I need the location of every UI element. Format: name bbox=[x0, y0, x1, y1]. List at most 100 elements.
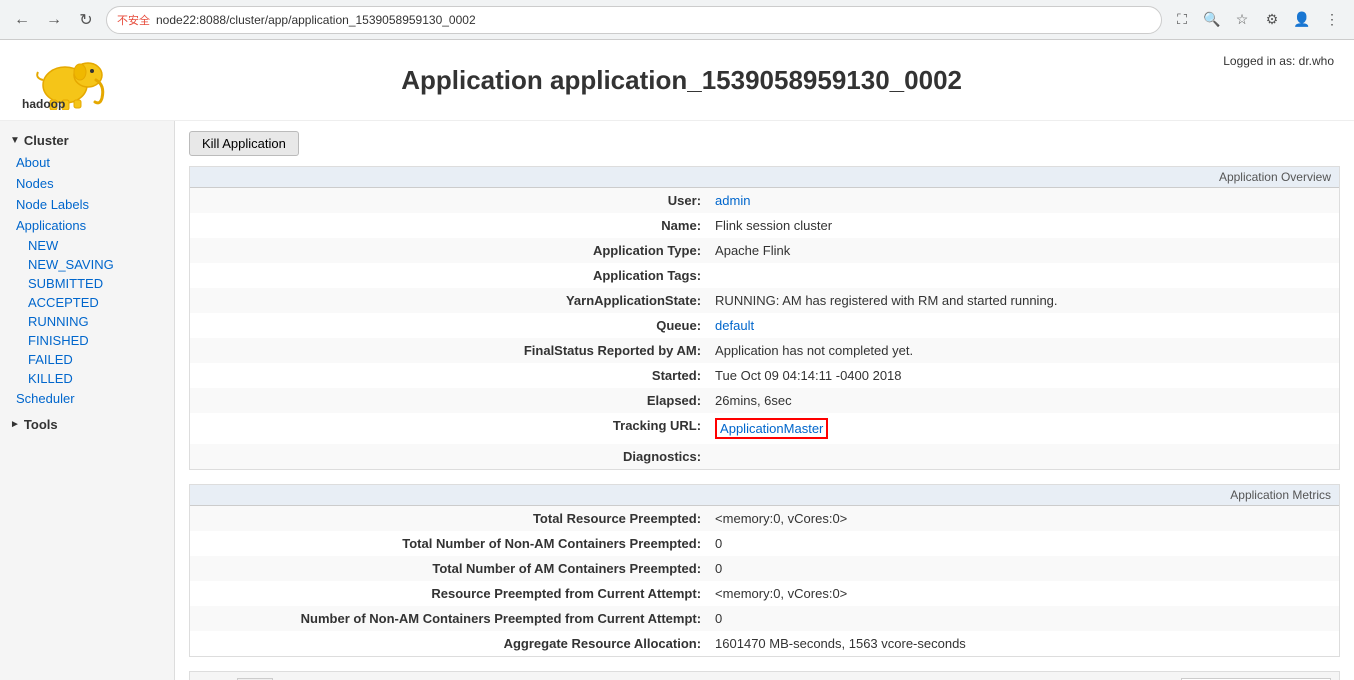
overview-row-finalstatus: FinalStatus Reported by AM: Application … bbox=[190, 338, 1339, 363]
zoom-icon[interactable]: 🔍 bbox=[1200, 8, 1224, 32]
overview-label-finalstatus: FinalStatus Reported by AM: bbox=[190, 338, 707, 363]
overview-label-queue: Queue: bbox=[190, 313, 707, 338]
sidebar-item-finished[interactable]: FINISHED bbox=[8, 331, 174, 350]
overview-label-diagnostics: Diagnostics: bbox=[190, 444, 707, 469]
tools-section-header[interactable]: ► Tools bbox=[0, 413, 174, 436]
overview-row-elapsed: Elapsed: 26mins, 6sec bbox=[190, 388, 1339, 413]
metrics-label-2: Total Number of AM Containers Preempted: bbox=[190, 556, 707, 581]
tools-arrow-icon: ► bbox=[10, 419, 20, 430]
cluster-section-header[interactable]: ▼ Cluster bbox=[0, 129, 174, 152]
forward-button[interactable]: → bbox=[42, 8, 66, 32]
hadoop-logo: hadoop bbox=[20, 50, 140, 110]
sidebar-item-running[interactable]: RUNNING bbox=[8, 312, 174, 331]
metrics-value-5: 1601470 MB-seconds, 1563 vcore-seconds bbox=[707, 631, 1339, 656]
sidebar-item-nodes[interactable]: Nodes bbox=[0, 173, 174, 194]
overview-table: User: admin Name: Flink session cluster … bbox=[190, 188, 1339, 469]
sidebar-item-applications[interactable]: Applications bbox=[0, 215, 174, 236]
overview-panel: Application Overview User: admin Name: F… bbox=[189, 166, 1340, 470]
browser-chrome: ← → ↻ 不安全 node22:8088/cluster/app/applic… bbox=[0, 0, 1354, 40]
entries-controls: Show 20 entries Search: bbox=[190, 672, 1339, 680]
svg-text:hadoop: hadoop bbox=[22, 97, 65, 110]
metrics-panel-header: Application Metrics bbox=[190, 485, 1339, 506]
overview-value-name: Flink session cluster bbox=[707, 213, 1339, 238]
metrics-value-3: <memory:0, vCores:0> bbox=[707, 581, 1339, 606]
sidebar-item-killed[interactable]: KILLED bbox=[8, 369, 174, 388]
overview-value-diagnostics bbox=[707, 444, 1339, 469]
sidebar-item-new[interactable]: NEW bbox=[8, 236, 174, 255]
sidebar-item-submitted[interactable]: SUBMITTED bbox=[8, 274, 174, 293]
extension-icon[interactable]: ⚙ bbox=[1260, 8, 1284, 32]
tracking-url-link[interactable]: ApplicationMaster bbox=[715, 418, 828, 439]
tools-section: ► Tools bbox=[0, 413, 174, 436]
overview-label-tracking: Tracking URL: bbox=[190, 413, 707, 444]
cluster-section: ▼ Cluster About Nodes Node Labels Applic… bbox=[0, 129, 174, 409]
overview-label-apptags: Application Tags: bbox=[190, 263, 707, 288]
sidebar-item-scheduler[interactable]: Scheduler bbox=[0, 388, 174, 409]
overview-panel-header: Application Overview bbox=[190, 167, 1339, 188]
attempts-section: Show 20 entries Search: bbox=[189, 671, 1340, 680]
main-layout: ▼ Cluster About Nodes Node Labels Applic… bbox=[0, 121, 1354, 680]
overview-row-apptype: Application Type: Apache Flink bbox=[190, 238, 1339, 263]
user-link[interactable]: admin bbox=[715, 193, 750, 208]
overview-value-apptype: Apache Flink bbox=[707, 238, 1339, 263]
overview-value-user: admin bbox=[707, 188, 1339, 213]
overview-row-yarnstate: YarnApplicationState: RUNNING: AM has re… bbox=[190, 288, 1339, 313]
header: hadoop Application application_153905895… bbox=[0, 40, 1354, 121]
metrics-value-2: 0 bbox=[707, 556, 1339, 581]
queue-link[interactable]: default bbox=[715, 318, 754, 333]
sidebar-item-about[interactable]: About bbox=[0, 152, 174, 173]
sidebar-item-new-saving[interactable]: NEW_SAVING bbox=[8, 255, 174, 274]
metrics-value-4: 0 bbox=[707, 606, 1339, 631]
page-title: Application application_1539058959130_00… bbox=[160, 65, 1203, 96]
page: hadoop Application application_153905895… bbox=[0, 40, 1354, 680]
overview-row-user: User: admin bbox=[190, 188, 1339, 213]
overview-row-started: Started: Tue Oct 09 04:14:11 -0400 2018 bbox=[190, 363, 1339, 388]
applications-sub-items: NEW NEW_SAVING SUBMITTED ACCEPTED RUNNIN… bbox=[0, 236, 174, 388]
overview-row-tracking: Tracking URL: ApplicationMaster bbox=[190, 413, 1339, 444]
overview-label-apptype: Application Type: bbox=[190, 238, 707, 263]
sidebar-item-accepted[interactable]: ACCEPTED bbox=[8, 293, 174, 312]
security-indicator: 不安全 bbox=[117, 12, 150, 28]
tools-label: Tools bbox=[24, 417, 58, 432]
overview-label-elapsed: Elapsed: bbox=[190, 388, 707, 413]
reload-button[interactable]: ↻ bbox=[74, 8, 98, 32]
overview-row-diagnostics: Diagnostics: bbox=[190, 444, 1339, 469]
metrics-value-1: 0 bbox=[707, 531, 1339, 556]
metrics-row-4: Number of Non-AM Containers Preempted fr… bbox=[190, 606, 1339, 631]
content-area: Kill Application Application Overview Us… bbox=[175, 121, 1354, 680]
menu-icon[interactable]: ⋮ bbox=[1320, 8, 1344, 32]
overview-label-yarnstate: YarnApplicationState: bbox=[190, 288, 707, 313]
sidebar-item-failed[interactable]: FAILED bbox=[8, 350, 174, 369]
sidebar-item-nodelabels[interactable]: Node Labels bbox=[0, 194, 174, 215]
overview-label-name: Name: bbox=[190, 213, 707, 238]
metrics-row-0: Total Resource Preempted: <memory:0, vCo… bbox=[190, 506, 1339, 531]
screenshot-icon[interactable]: ⛶ bbox=[1170, 8, 1194, 32]
sidebar: ▼ Cluster About Nodes Node Labels Applic… bbox=[0, 121, 175, 680]
overview-label-user: User: bbox=[190, 188, 707, 213]
metrics-row-3: Resource Preempted from Current Attempt:… bbox=[190, 581, 1339, 606]
metrics-panel: Application Metrics Total Resource Preem… bbox=[189, 484, 1340, 657]
overview-value-finalstatus: Application has not completed yet. bbox=[707, 338, 1339, 363]
metrics-label-0: Total Resource Preempted: bbox=[190, 506, 707, 531]
back-button[interactable]: ← bbox=[10, 8, 34, 32]
browser-icons: ⛶ 🔍 ☆ ⚙ 👤 ⋮ bbox=[1170, 8, 1344, 32]
profile-icon[interactable]: 👤 bbox=[1290, 8, 1314, 32]
overview-row-queue: Queue: default bbox=[190, 313, 1339, 338]
star-icon[interactable]: ☆ bbox=[1230, 8, 1254, 32]
metrics-label-3: Resource Preempted from Current Attempt: bbox=[190, 581, 707, 606]
metrics-row-1: Total Number of Non-AM Containers Preemp… bbox=[190, 531, 1339, 556]
cluster-arrow-icon: ▼ bbox=[10, 135, 20, 146]
overview-value-elapsed: 26mins, 6sec bbox=[707, 388, 1339, 413]
overview-value-apptags bbox=[707, 263, 1339, 288]
url-text: node22:8088/cluster/app/application_1539… bbox=[156, 13, 476, 27]
metrics-row-5: Aggregate Resource Allocation: 1601470 M… bbox=[190, 631, 1339, 656]
metrics-label-1: Total Number of Non-AM Containers Preemp… bbox=[190, 531, 707, 556]
overview-value-started: Tue Oct 09 04:14:11 -0400 2018 bbox=[707, 363, 1339, 388]
logo-area: hadoop bbox=[20, 50, 140, 110]
address-bar: 不安全 node22:8088/cluster/app/application_… bbox=[106, 6, 1162, 34]
overview-value-yarnstate: RUNNING: AM has registered with RM and s… bbox=[707, 288, 1339, 313]
overview-value-tracking: ApplicationMaster bbox=[707, 413, 1339, 444]
overview-value-queue: default bbox=[707, 313, 1339, 338]
kill-application-button[interactable]: Kill Application bbox=[189, 131, 299, 156]
user-info: Logged in as: dr.who bbox=[1223, 54, 1334, 68]
